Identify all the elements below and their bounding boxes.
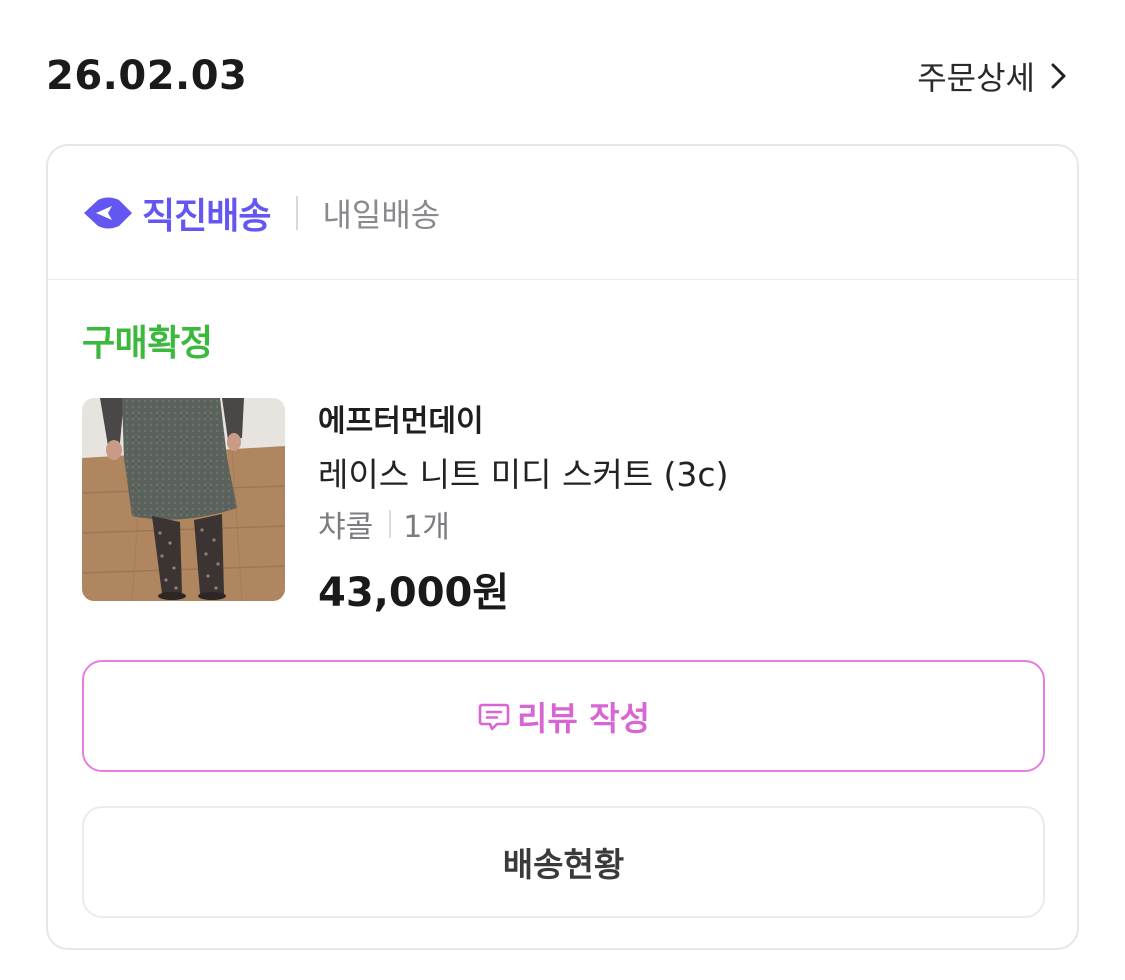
chat-bubble-icon [478, 703, 510, 731]
product-info[interactable]: 에프터먼데이 레이스 니트 미디 스커트 (3c) 챠콜 1개 43,000원 [318, 396, 728, 618]
shipping-divider [296, 195, 299, 230]
order-header: 26.02.03 주문상세 [46, 48, 1069, 104]
seller-name: 에프터먼데이 [318, 404, 484, 439]
product-image [82, 398, 285, 601]
shipping-sub-label: 내일배송 [322, 195, 441, 234]
write-review-label: 리뷰 작성 [517, 699, 650, 738]
product-name: 레이스 니트 미디 스커트 (3c) [318, 455, 729, 494]
order-page: 26.02.03 주문상세 직진배송 내일배송 구매확정 에프터먼데이 레이스 … [0, 0, 1125, 980]
direct-delivery-logo-icon [84, 197, 132, 228]
shipping-brand-label: 직진배송 [142, 195, 271, 237]
order-detail-label: 주문상세 [917, 59, 1035, 97]
chevron-right-icon [1051, 63, 1066, 89]
option-quantity: 1개 [403, 510, 450, 545]
order-status-label: 구매확정 [82, 323, 213, 364]
product-thumbnail[interactable] [82, 398, 285, 601]
delivery-status-button[interactable]: 배송현황 [82, 806, 1045, 918]
product-price: 43,000원 [318, 570, 510, 616]
option-color: 챠콜 [318, 510, 374, 545]
order-detail-link[interactable]: 주문상세 [917, 53, 1069, 99]
delivery-status-label: 배송현황 [502, 845, 625, 884]
shipping-type-bar: 직진배송 내일배송 [48, 146, 1077, 280]
product-option-row: 챠콜 1개 [318, 502, 728, 546]
order-date: 26.02.03 [46, 53, 248, 99]
order-card: 직진배송 내일배송 구매확정 에프터먼데이 레이스 니트 미디 스커트 (3c)… [46, 144, 1079, 950]
write-review-button[interactable]: 리뷰 작성 [82, 660, 1045, 772]
option-divider [389, 510, 392, 538]
